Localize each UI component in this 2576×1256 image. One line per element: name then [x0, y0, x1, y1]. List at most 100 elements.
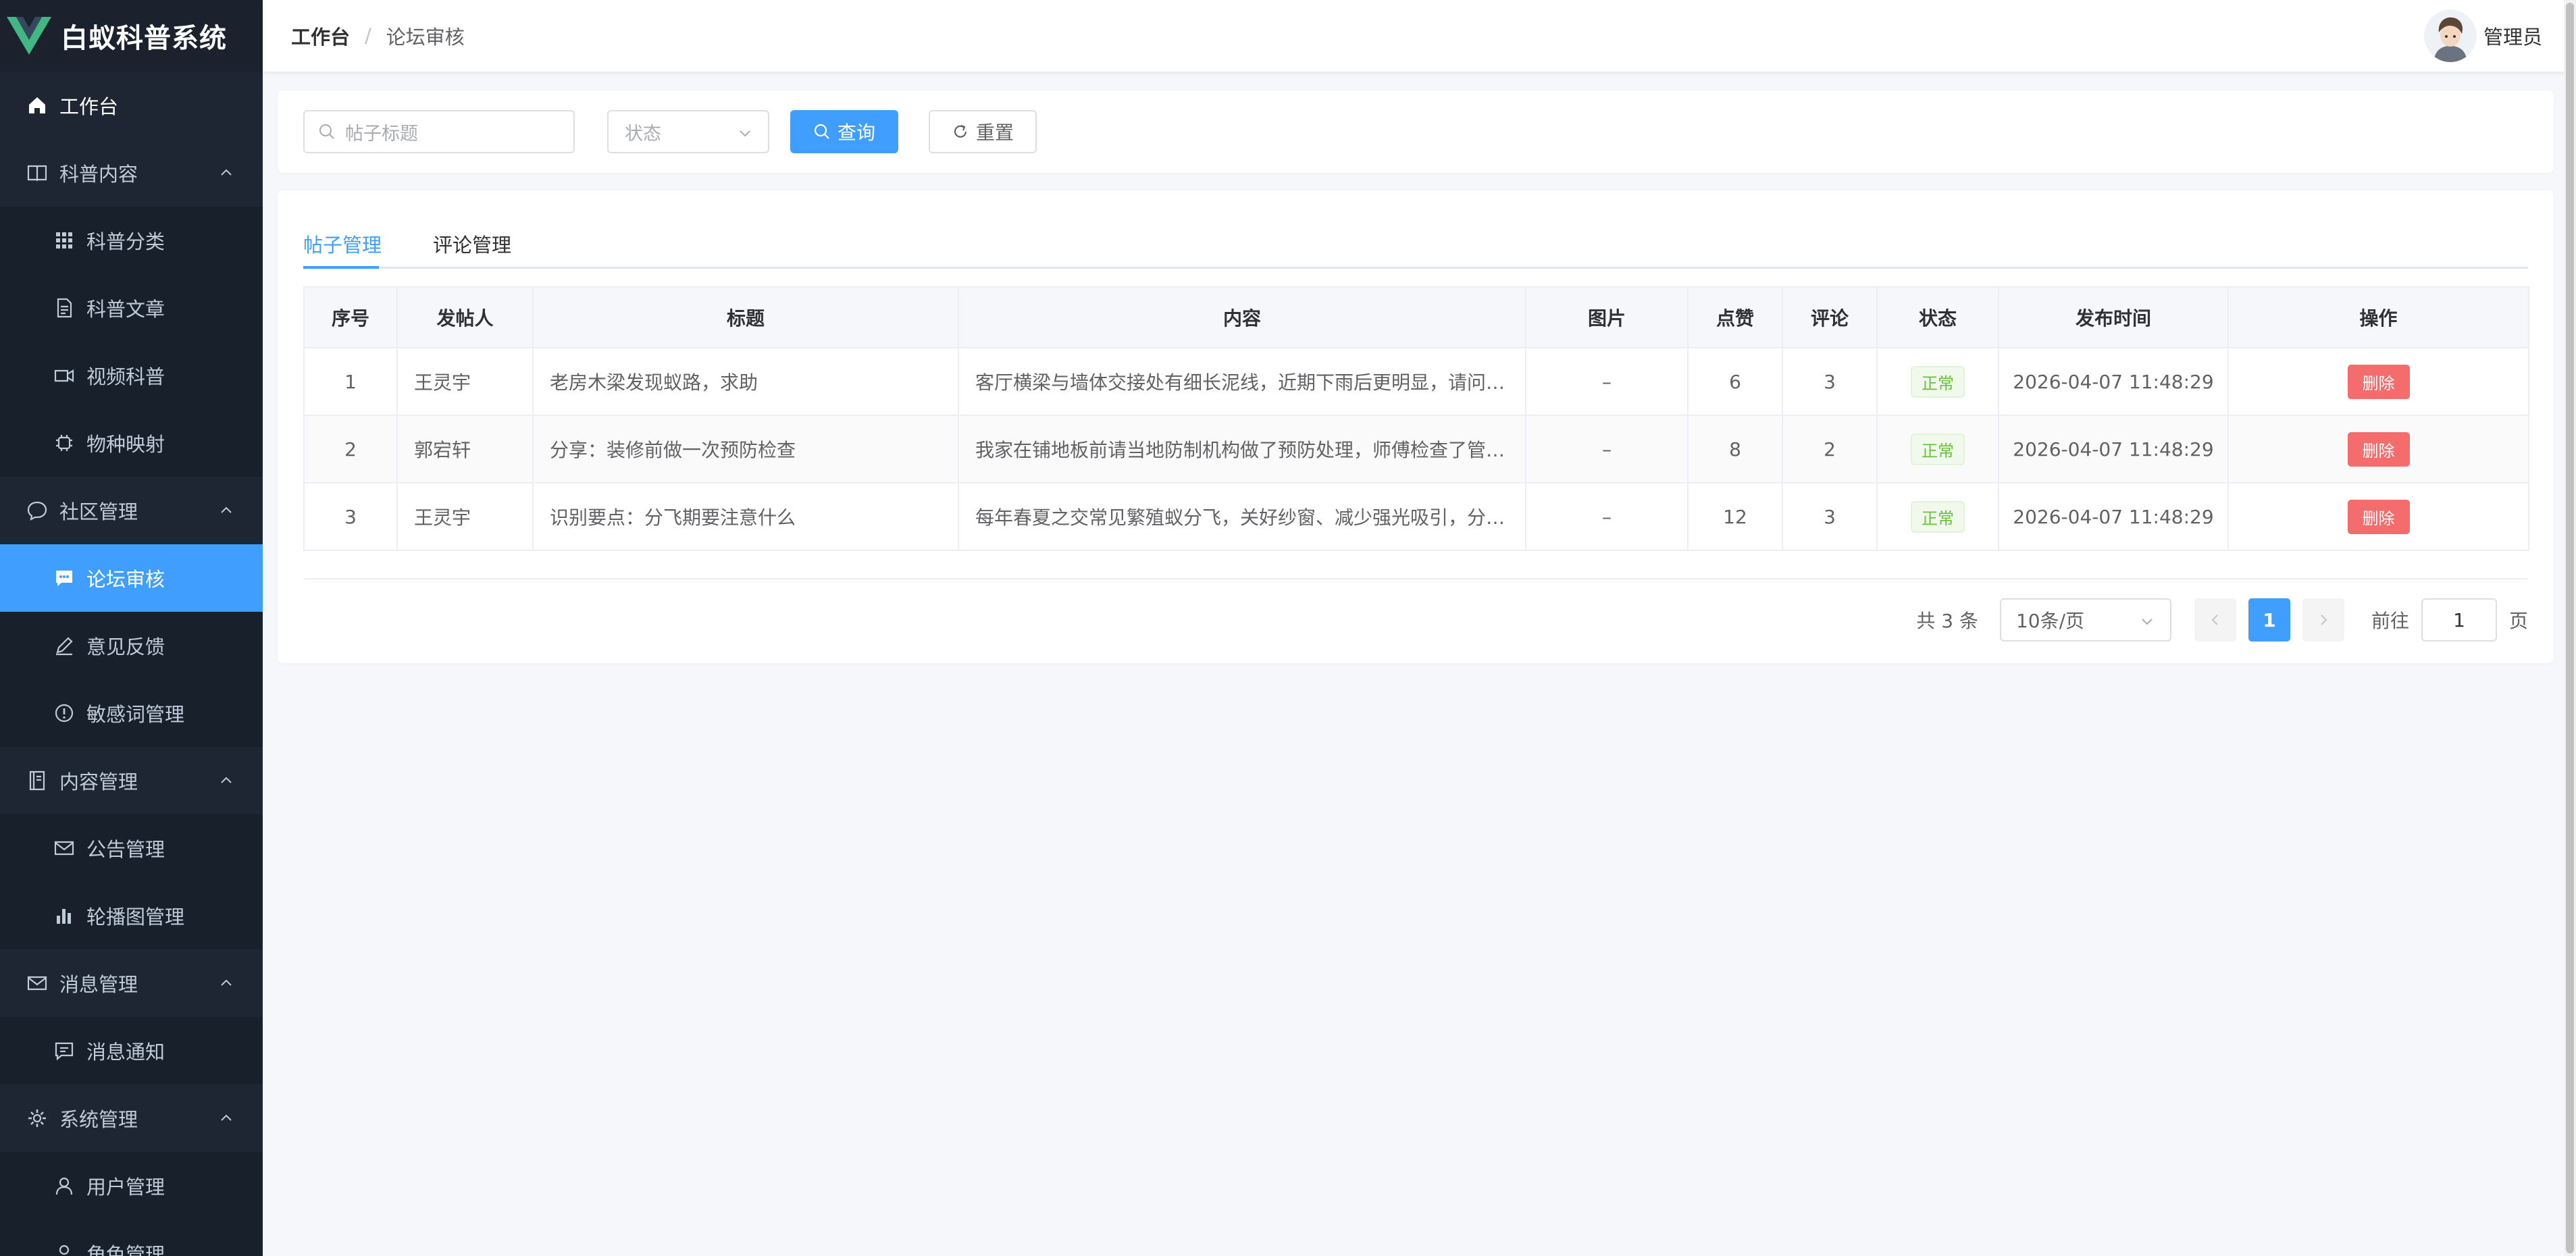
chevron-left-icon: [2211, 614, 2218, 625]
chevron-up-icon: [221, 777, 232, 783]
status-badge: 正常: [1911, 433, 1965, 465]
cell-index: 2: [303, 415, 398, 483]
tab-post-management[interactable]: 帖子管理: [303, 219, 382, 269]
page-number-current[interactable]: 1: [2248, 598, 2290, 642]
chevron-down-icon: [740, 130, 750, 137]
sidebar-item-label: 系统管理: [59, 1108, 138, 1131]
breadcrumb-home[interactable]: 工作台: [291, 22, 350, 50]
sidebar-item-science-article[interactable]: 科普文章: [0, 274, 263, 342]
sidebar-item-user-management[interactable]: 用户管理: [0, 1152, 263, 1220]
reset-button[interactable]: 重置: [929, 110, 1037, 153]
cell-index: 3: [303, 482, 398, 551]
sidebar-item-message-notice[interactable]: 消息通知: [0, 1017, 263, 1084]
sidebar-item-workbench[interactable]: 工作台: [0, 72, 263, 139]
query-button[interactable]: 查询: [790, 110, 898, 153]
cell-status: 正常: [1876, 347, 1999, 416]
cell-action: 删除: [2227, 347, 2529, 416]
scrollbar-thumb[interactable]: [2566, 3, 2574, 1253]
column-header: 序号: [303, 286, 398, 348]
top-header: 工作台 / 论坛审核 管理员: [263, 0, 2576, 72]
page-suffix: 页: [2508, 610, 2528, 632]
query-button-label: 查询: [837, 122, 875, 144]
sidebar-item-label: 社区管理: [59, 500, 138, 523]
column-header: 评论: [1782, 286, 1878, 348]
table-row[interactable]: 1 王灵宇 老房木梁发现蚁路，求助 客厅横梁与墙体交接处有细长泥线，近期下雨后更…: [303, 347, 2529, 416]
table-row[interactable]: 2 郭宕轩 分享：装修前做一次预防检查 我家在铺地板前请当地防制机构做了预防处理…: [303, 415, 2529, 483]
post-title-input[interactable]: 帖子标题: [303, 110, 575, 153]
sidebar-item-label: 轮播图管理: [86, 906, 185, 928]
sidebar-item-announcement[interactable]: 公告管理: [0, 814, 263, 882]
sidebar-group-content[interactable]: 内容管理: [0, 747, 263, 814]
user-icon: [53, 1174, 76, 1197]
breadcrumb-current: 论坛审核: [386, 26, 465, 49]
video-camera-icon: [53, 364, 76, 387]
sidebar-item-role-management[interactable]: 角色管理: [0, 1220, 263, 1256]
tab-bar: 帖子管理 评论管理: [303, 219, 2528, 269]
sidebar-item-label: 科普文章: [86, 298, 165, 321]
sidebar-item-label: 角色管理: [86, 1243, 165, 1256]
page-size-value: 10条/页: [2015, 610, 2085, 632]
cell-content: 每年春夏之交常见繁殖蚁分飞，关好纱窗、减少强光吸引，分…: [958, 482, 1526, 551]
cell-content: 客厅横梁与墙体交接处有细长泥线，近期下雨后更明显，请问…: [958, 347, 1526, 416]
delete-button[interactable]: 删除: [2347, 364, 2410, 399]
sidebar-group-system[interactable]: 系统管理: [0, 1084, 263, 1152]
sidebar-item-label: 公告管理: [86, 838, 165, 861]
column-header: 操作: [2227, 286, 2529, 348]
sidebar-group-community[interactable]: 社区管理: [0, 477, 263, 544]
column-header: 图片: [1525, 286, 1689, 348]
cell-title: 老房木梁发现蚁路，求助: [532, 347, 959, 416]
post-title-placeholder: 帖子标题: [345, 123, 418, 145]
sidebar-item-species-mapping[interactable]: 物种映射: [0, 409, 263, 477]
sidebar-item-label: 内容管理: [59, 770, 138, 793]
app-logo[interactable]: 白蚁科普系统: [0, 0, 263, 72]
next-page-button[interactable]: [2302, 598, 2344, 642]
chevron-up-icon: [221, 979, 232, 986]
gear-icon: [26, 1107, 49, 1130]
cell-time: 2026-04-07 11:48:29: [1998, 347, 2229, 416]
goto-page-input[interactable]: 1: [2421, 598, 2497, 642]
status-placeholder: 状态: [625, 123, 661, 145]
page-size-select[interactable]: 10条/页: [1999, 598, 2171, 642]
sidebar-item-label: 消息通知: [86, 1041, 165, 1064]
sidebar-item-forum-review[interactable]: 论坛审核: [0, 544, 263, 612]
cell-comments: 3: [1782, 347, 1878, 416]
home-icon: [26, 94, 49, 117]
delete-button[interactable]: 删除: [2347, 499, 2410, 534]
status-badge: 正常: [1911, 365, 1965, 398]
sidebar-item-science-category[interactable]: 科普分类: [0, 207, 263, 274]
avatar[interactable]: [2423, 9, 2477, 62]
sidebar-item-label: 物种映射: [86, 433, 165, 456]
user-menu[interactable]: 管理员: [2423, 9, 2542, 62]
status-select[interactable]: 状态: [607, 110, 769, 153]
sidebar-item-feedback[interactable]: 意见反馈: [0, 612, 263, 679]
vertical-scrollbar[interactable]: [2564, 0, 2576, 1256]
tab-comment-management[interactable]: 评论管理: [433, 219, 511, 269]
cell-image: –: [1525, 347, 1689, 416]
column-header: 发帖人: [396, 286, 534, 348]
search-panel: 帖子标题 状态 查询 重置: [278, 90, 2554, 173]
cell-image: –: [1525, 415, 1689, 483]
grid-icon: [53, 229, 76, 252]
sidebar-group-science-content[interactable]: 科普内容: [0, 139, 263, 207]
cell-status: 正常: [1876, 482, 1999, 551]
sidebar-item-sensitive-words[interactable]: 敏感词管理: [0, 679, 263, 747]
sidebar-item-carousel[interactable]: 轮播图管理: [0, 882, 263, 949]
sidebar-item-label: 科普分类: [86, 230, 165, 253]
delete-button[interactable]: 删除: [2347, 431, 2410, 467]
sidebar: 白蚁科普系统 工作台 科普内容 科普分类 科普文章 视频科普 物种映射 社区管理…: [0, 0, 263, 1256]
prev-page-button[interactable]: [2194, 598, 2236, 642]
cell-time: 2026-04-07 11:48:29: [1998, 482, 2229, 551]
chevron-right-icon: [2321, 614, 2327, 625]
search-icon: [319, 124, 334, 139]
cell-action: 删除: [2227, 415, 2529, 483]
cell-comments: 3: [1782, 482, 1878, 551]
sidebar-item-video-science[interactable]: 视频科普: [0, 342, 263, 409]
cell-status: 正常: [1876, 415, 1999, 483]
chevron-up-icon: [221, 169, 232, 176]
sidebar-group-messages[interactable]: 消息管理: [0, 949, 263, 1017]
app-title: 白蚁科普系统: [61, 23, 227, 54]
reset-button-label: 重置: [975, 122, 1014, 144]
table-row[interactable]: 3 王灵宇 识别要点：分飞期要注意什么 每年春夏之交常见繁殖蚁分飞，关好纱窗、减…: [303, 482, 2529, 551]
cell-likes: 6: [1687, 347, 1783, 416]
cell-content: 我家在铺地板前请当地防制机构做了预防处理，师傅检查了管…: [958, 415, 1526, 483]
